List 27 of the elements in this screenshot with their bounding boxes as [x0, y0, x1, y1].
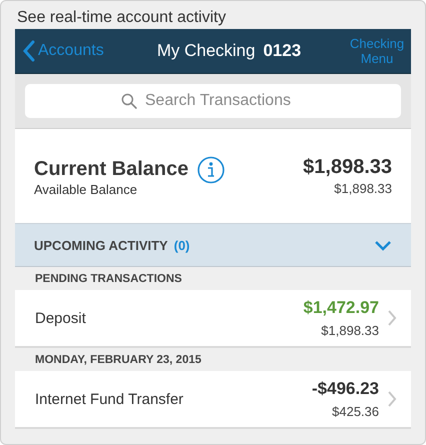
search-icon	[121, 93, 137, 109]
transaction-amount: $1,472.97	[303, 298, 379, 318]
available-amount: $1,898.33	[333, 181, 392, 196]
count: (0)	[174, 238, 190, 252]
transaction-amount: -$496.23	[312, 379, 379, 399]
chevron-icon	[387, 309, 397, 327]
transaction-name: Deposit	[35, 310, 87, 326]
balance-label: Current Balance	[34, 158, 188, 181]
running-balance: $425.36	[331, 404, 379, 419]
search-field[interactable]: Search Transactions	[25, 84, 401, 118]
transaction-row[interactable]: Internet Fund Transfer -$496.23 $425.36	[15, 371, 411, 429]
info-icon	[196, 156, 224, 184]
caption: See real-time account activity	[16, 8, 227, 28]
balance-amount: $1,898.33	[303, 156, 392, 179]
transaction-row[interactable]: Deposit $1,472.97 $1,898.33	[15, 290, 411, 348]
search-input[interactable]: Search Transactions	[143, 91, 305, 111]
running-balance: $1,898.33	[320, 323, 379, 338]
available-label: Available Balance	[34, 182, 138, 196]
section-header: MONDAY, FEBRUARY 23, 2015	[34, 353, 202, 368]
section-header: PENDING TRANSACTIONS	[34, 272, 183, 287]
back-icon	[23, 40, 35, 62]
chevron-icon	[387, 390, 397, 408]
section-title: UPCOMING ACTIVITY	[34, 238, 168, 252]
upcoming-header[interactable]: UPCOMING ACTIVITY (0)	[15, 224, 411, 267]
account-number: 0123	[263, 41, 302, 61]
account-title: My Checking	[156, 41, 256, 61]
transaction-name: Internet Fund Transfer	[35, 390, 184, 408]
